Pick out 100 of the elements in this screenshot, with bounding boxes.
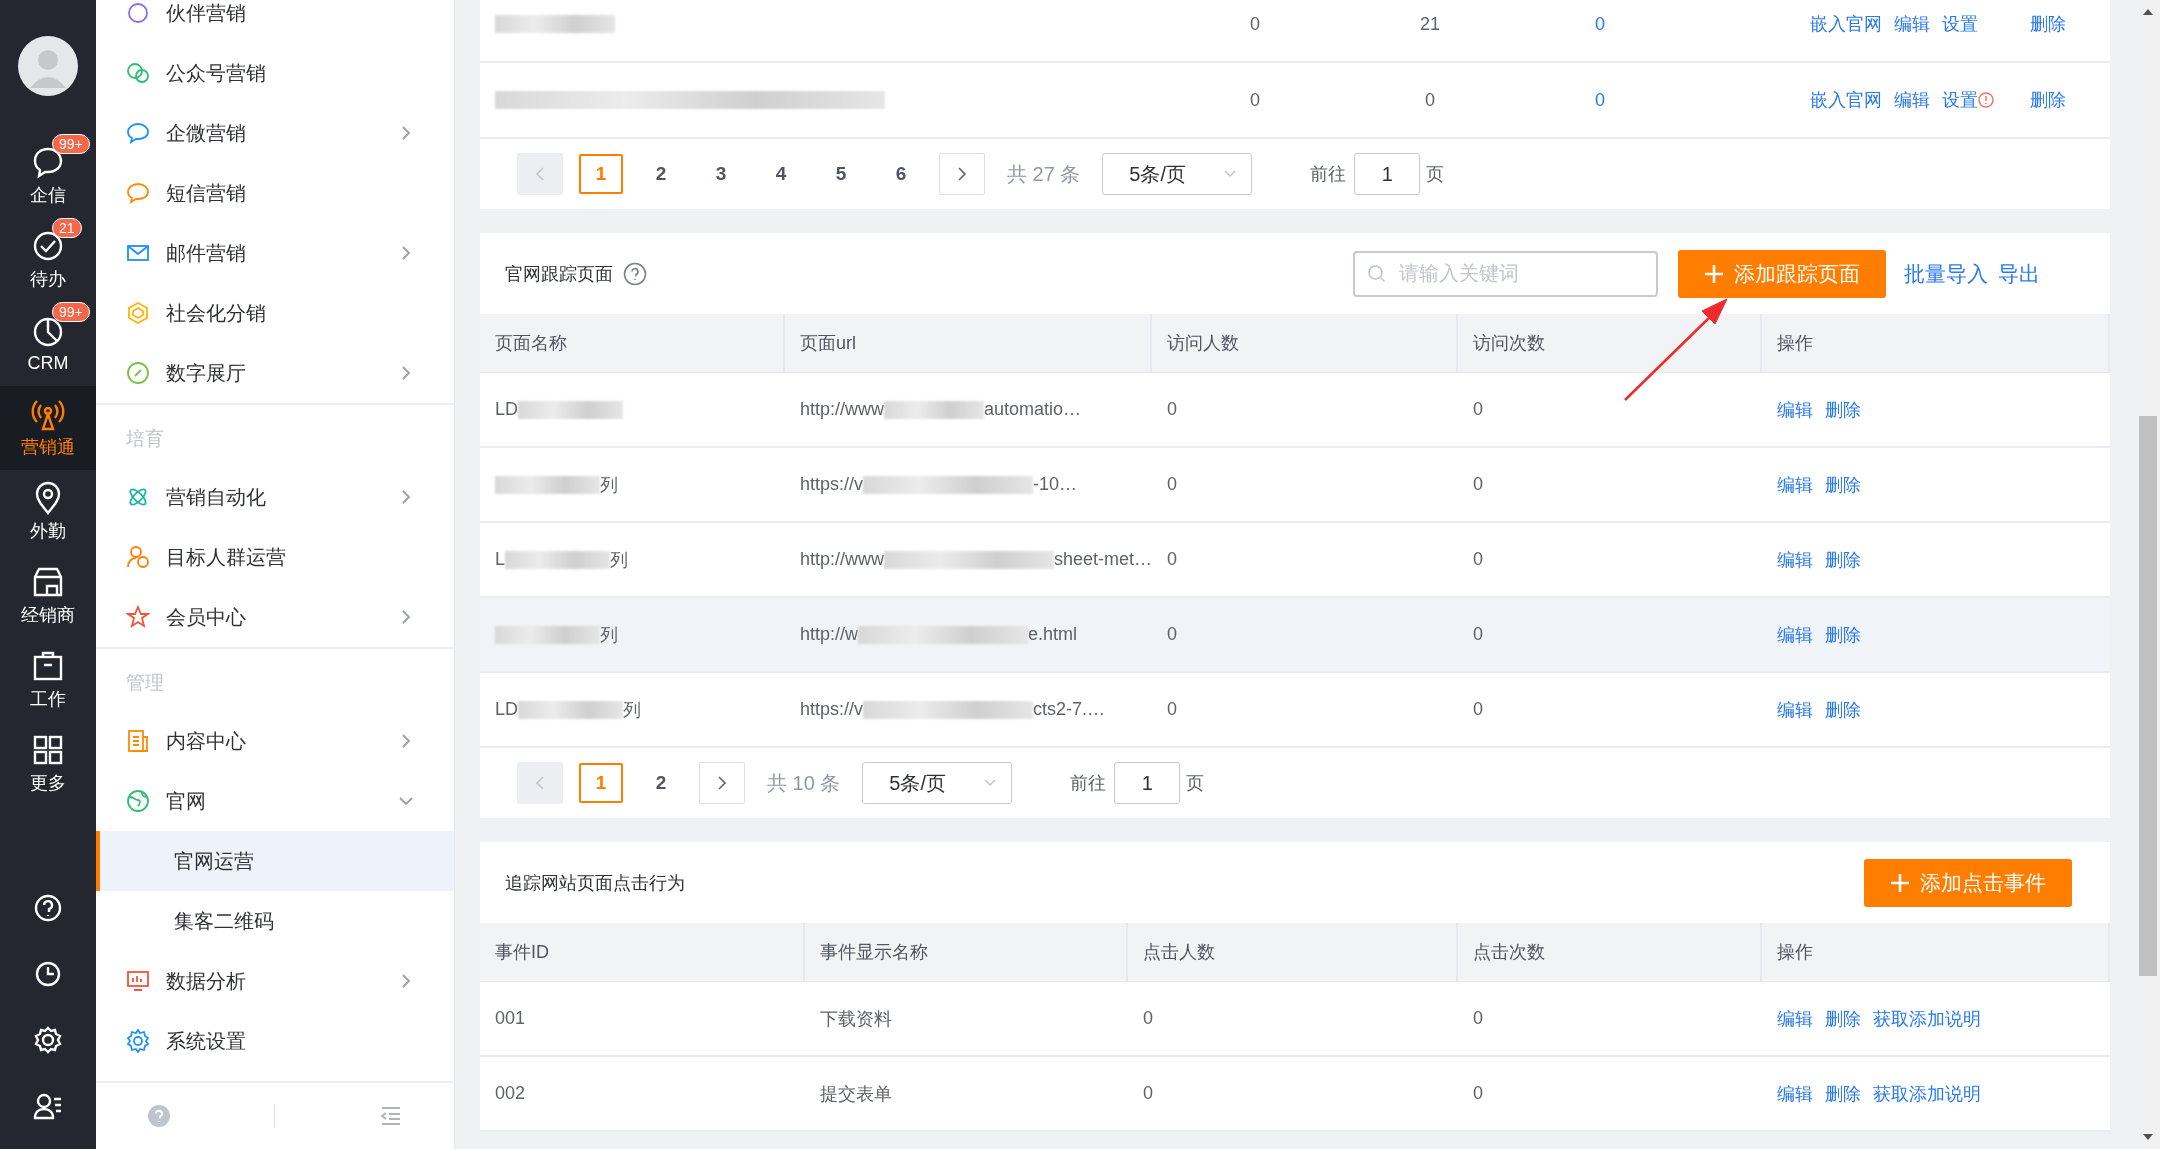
scroll-up-icon[interactable] xyxy=(2141,8,2154,16)
rail-item[interactable]: 待办 21 xyxy=(0,218,96,302)
sidebar-label: 邮件营销 xyxy=(166,240,247,266)
sidebar-subitem[interactable]: 官网运营 xyxy=(96,831,454,891)
sidebar-label: 伙伴营销 xyxy=(166,0,247,26)
sidebar-subitem[interactable]: 集客二维码 xyxy=(96,891,454,951)
table-cell-text: 提交表单 xyxy=(819,1082,893,1106)
table-cell-text: 002 xyxy=(494,1083,527,1104)
action-link[interactable]: 编辑 xyxy=(1777,472,1813,497)
action-link[interactable]: 删除 xyxy=(1825,547,1861,572)
action-link[interactable]: 删除 xyxy=(1825,622,1861,647)
table-cell-text: 列 xyxy=(600,623,618,647)
action-link[interactable]: 删除 xyxy=(1825,397,1861,422)
import-link[interactable]: 批量导入 xyxy=(1904,259,1988,288)
page-number[interactable]: 4 xyxy=(759,154,803,194)
sidebar-item[interactable]: 企微营销 xyxy=(96,103,454,163)
rail-item[interactable]: 企信 99+ xyxy=(0,134,96,218)
rail-item[interactable]: CRM 99+ xyxy=(0,302,96,386)
sidebar-item[interactable]: 邮件营销 xyxy=(96,223,454,283)
page-number[interactable]: 2 xyxy=(639,763,683,803)
action-link[interactable]: 获取添加说明 xyxy=(1873,1081,1981,1106)
sidebar-label: 内容中心 xyxy=(166,728,247,754)
page-size-select[interactable]: 5条/页 xyxy=(1102,153,1253,195)
section-title: 追踪网站页面点击行为 xyxy=(505,871,685,895)
rail-item[interactable]: 营销通 xyxy=(0,386,96,470)
action-link[interactable]: 获取添加说明 xyxy=(1873,1006,1981,1031)
table-cell: -10… xyxy=(1033,474,1078,495)
action-link[interactable]: 编辑 xyxy=(1777,547,1813,572)
action-link[interactable]: 删除 xyxy=(1825,472,1861,497)
sidebar-item[interactable]: 社会化分销 xyxy=(96,283,454,343)
action-link[interactable]: 嵌入官网 xyxy=(1810,12,1882,36)
page-number[interactable]: 6 xyxy=(879,154,923,194)
sidebar-item[interactable]: 会员中心 xyxy=(96,587,454,647)
page-number[interactable]: 5 xyxy=(819,154,863,194)
page-number[interactable]: 3 xyxy=(699,154,743,194)
section-heading: 管理 xyxy=(125,671,165,695)
action-link[interactable]: 编辑 xyxy=(1777,622,1813,647)
action-link[interactable]: 编辑 xyxy=(1894,12,1930,36)
action-link[interactable]: 编辑 xyxy=(1777,1006,1813,1031)
sidebar-item[interactable]: 官网 xyxy=(96,771,454,831)
search-field[interactable]: 请输入关键词 xyxy=(1353,250,1658,297)
action-link[interactable]: 删除 xyxy=(1825,1081,1861,1106)
sidebar-label: 社会化分销 xyxy=(166,300,267,326)
count-link[interactable]: 0 xyxy=(1595,13,1605,35)
count-link[interactable]: 0 xyxy=(1595,89,1605,111)
rail-item[interactable]: 经销商 xyxy=(0,554,96,638)
chevron-right-icon xyxy=(716,775,728,791)
sidebar-item[interactable]: 系统设置 xyxy=(96,1011,454,1071)
settings-icon[interactable] xyxy=(33,1025,63,1055)
table-cell: http://www xyxy=(800,549,885,570)
action-link[interactable]: 嵌入官网 xyxy=(1810,88,1882,112)
sidebar-item[interactable]: 数字展厅 xyxy=(96,343,454,403)
action-link[interactable]: 删除 xyxy=(1825,1006,1861,1031)
action-link[interactable]: 删除 xyxy=(1825,697,1861,722)
export-link[interactable]: 导出 xyxy=(1998,259,2040,288)
table-cell: 0 xyxy=(1425,89,1435,111)
chat-bubble-icon xyxy=(126,121,150,145)
rail-item[interactable]: 外勤 xyxy=(0,470,96,554)
scrollbar[interactable] xyxy=(2135,0,2160,1149)
table-cell: 0 xyxy=(1250,13,1260,35)
table-cell-text: 0 xyxy=(1166,474,1178,495)
sidebar-item[interactable]: 目标人群运营 xyxy=(96,527,454,587)
goto-label: 前往 xyxy=(1070,772,1107,795)
action-link[interactable]: 设置 xyxy=(1942,88,1978,112)
page-unit: 页 xyxy=(1426,163,1445,186)
table-cell: https://v xyxy=(800,474,864,495)
action-link[interactable]: 设置 xyxy=(1942,12,1978,36)
avatar-icon[interactable] xyxy=(18,36,78,96)
sidebar-item[interactable]: 数据分析 xyxy=(96,951,454,1011)
sidebar-label: 会员中心 xyxy=(166,604,247,630)
section-heading: 培育 xyxy=(125,427,165,451)
sidebar-item[interactable]: 内容中心 xyxy=(96,711,454,771)
rail-label: 更多 xyxy=(30,772,66,795)
goto-page-field[interactable]: 1 xyxy=(1354,153,1421,195)
page-number[interactable]: 2 xyxy=(639,154,683,194)
scroll-down-icon[interactable] xyxy=(2141,1133,2154,1141)
sidebar-label: 公众号营销 xyxy=(166,60,267,86)
action-link[interactable]: 编辑 xyxy=(1777,697,1813,722)
table-cell-text: 0 xyxy=(1472,474,1484,495)
page-size-select[interactable]: 5条/页 xyxy=(862,762,1013,804)
sidebar-item[interactable]: 伙伴营销 xyxy=(96,0,454,43)
sidebar-item[interactable]: 营销自动化 xyxy=(96,467,454,527)
action-link[interactable]: 删除 xyxy=(2030,12,2066,36)
clock-icon[interactable] xyxy=(33,959,63,989)
table-row[interactable]: 列 http://w e.html 0 0 编辑 删除 xyxy=(480,598,2110,673)
action-link[interactable]: 编辑 xyxy=(1777,1081,1813,1106)
sidebar-item[interactable]: 公众号营销 xyxy=(96,43,454,103)
table-cell-text: 0 xyxy=(1472,624,1484,645)
action-link[interactable]: 编辑 xyxy=(1777,397,1813,422)
user-list-icon[interactable] xyxy=(33,1091,63,1121)
page-unit: 页 xyxy=(1186,772,1205,795)
action-link[interactable]: 编辑 xyxy=(1894,88,1930,112)
goto-page-field[interactable]: 1 xyxy=(1114,762,1181,804)
chevron-left-icon xyxy=(534,775,546,791)
action-link[interactable]: 删除 xyxy=(2030,88,2066,112)
collapse-menu-icon[interactable] xyxy=(379,1106,402,1126)
sidebar-item[interactable]: 短信营销 xyxy=(96,163,454,223)
rail-item[interactable]: 更多 xyxy=(0,722,96,806)
rail-item[interactable]: 工作 xyxy=(0,638,96,722)
chat-bubbles-icon xyxy=(126,61,150,85)
